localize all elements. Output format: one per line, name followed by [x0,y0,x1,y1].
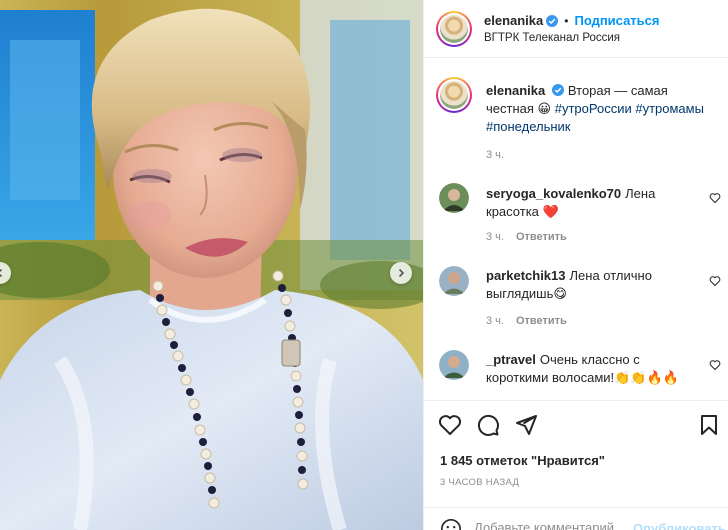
comment-time[interactable]: 3 ч. [486,231,504,243]
author-avatar[interactable] [436,11,472,47]
portrait-image [0,0,423,530]
reply-button[interactable]: Ответить [516,231,567,243]
share-send-icon[interactable] [514,413,538,437]
like-heart-icon[interactable] [438,413,462,437]
comment-emoji: ❤️ [542,204,559,219]
comment-text: _ptravel Очень классно с короткими волоса… [486,351,686,387]
comment-emoji: 👏👏🔥🔥 [614,370,679,385]
comment-meta: 3 ч. Ответить [486,231,567,243]
separator-dot: • [564,13,569,28]
caption-time[interactable]: 3 ч. [486,149,504,161]
comment-text: parketchik13 Лена отлично выглядишь😋 [486,267,686,303]
comment-bubble-icon[interactable] [476,413,500,437]
comment-username[interactable]: parketchik13 [486,268,566,283]
caption-text: elenanika Вторая — самая честная 😀 #утро… [486,82,714,136]
comments-list: elenanika Вторая — самая честная 😀 #утро… [424,59,728,399]
comment-time[interactable]: 3 ч. [486,315,504,327]
caption-avatar[interactable] [436,77,472,113]
publish-button[interactable]: Опубликовать [633,521,726,530]
author-line: elenanika • Подписаться [484,13,659,28]
follow-button[interactable]: Подписаться [574,13,659,28]
comment-emoji: 😋 [553,286,567,301]
hashtag-utro-rossii[interactable]: #утроРоссии [555,101,632,116]
hashtag-ponedelnik[interactable]: #понедельник [486,119,571,134]
hashtag-utro-mamy[interactable]: #утромамы [635,101,704,116]
verified-badge-icon [552,84,565,96]
next-photo-button[interactable] [390,262,412,284]
post-timestamp[interactable]: 3 ЧАСОВ НАЗАД [440,477,519,488]
commenter-avatar[interactable] [439,350,469,380]
comment-username[interactable]: _ptravel [486,352,536,367]
comment-text: seryoga_kovalenko70 Лена красотка ❤️ [486,185,686,221]
heart-outline-icon[interactable] [709,192,721,204]
post-side-panel: elenanika • Подписаться ВГТРК Телеканал … [423,0,728,530]
add-comment-row: Опубликовать [424,507,728,530]
emoji-picker-icon[interactable] [440,518,462,530]
chevron-left-icon [0,268,3,278]
post-location[interactable]: ВГТРК Телеканал Россия [484,32,620,44]
commenter-avatar[interactable] [439,266,469,296]
verified-badge-icon [546,14,559,27]
post-photo[interactable] [0,0,423,530]
caption-emoji: 😀 [537,101,552,116]
commenter-avatar[interactable] [439,183,469,213]
bookmark-icon[interactable] [697,413,721,437]
likes-count[interactable]: 1 845 отметок "Нравится" [440,453,605,468]
post-header: elenanika • Подписаться ВГТРК Телеканал … [424,0,728,58]
instagram-post: elenanika • Подписаться ВГТРК Телеканал … [0,0,728,530]
author-username[interactable]: elenanika [484,13,543,28]
comment-meta: 3 ч. Ответить [486,315,567,327]
caption-username[interactable]: elenanika [486,83,545,98]
comment-username[interactable]: seryoga_kovalenko70 [486,186,621,201]
chevron-right-icon [398,268,405,278]
heart-outline-icon[interactable] [709,359,721,371]
reply-button[interactable]: Ответить [516,315,567,327]
post-actions: 1 845 отметок "Нравится" 3 ЧАСОВ НАЗАД О… [424,400,728,530]
comment-input[interactable] [474,520,634,530]
heart-outline-icon[interactable] [709,275,721,287]
